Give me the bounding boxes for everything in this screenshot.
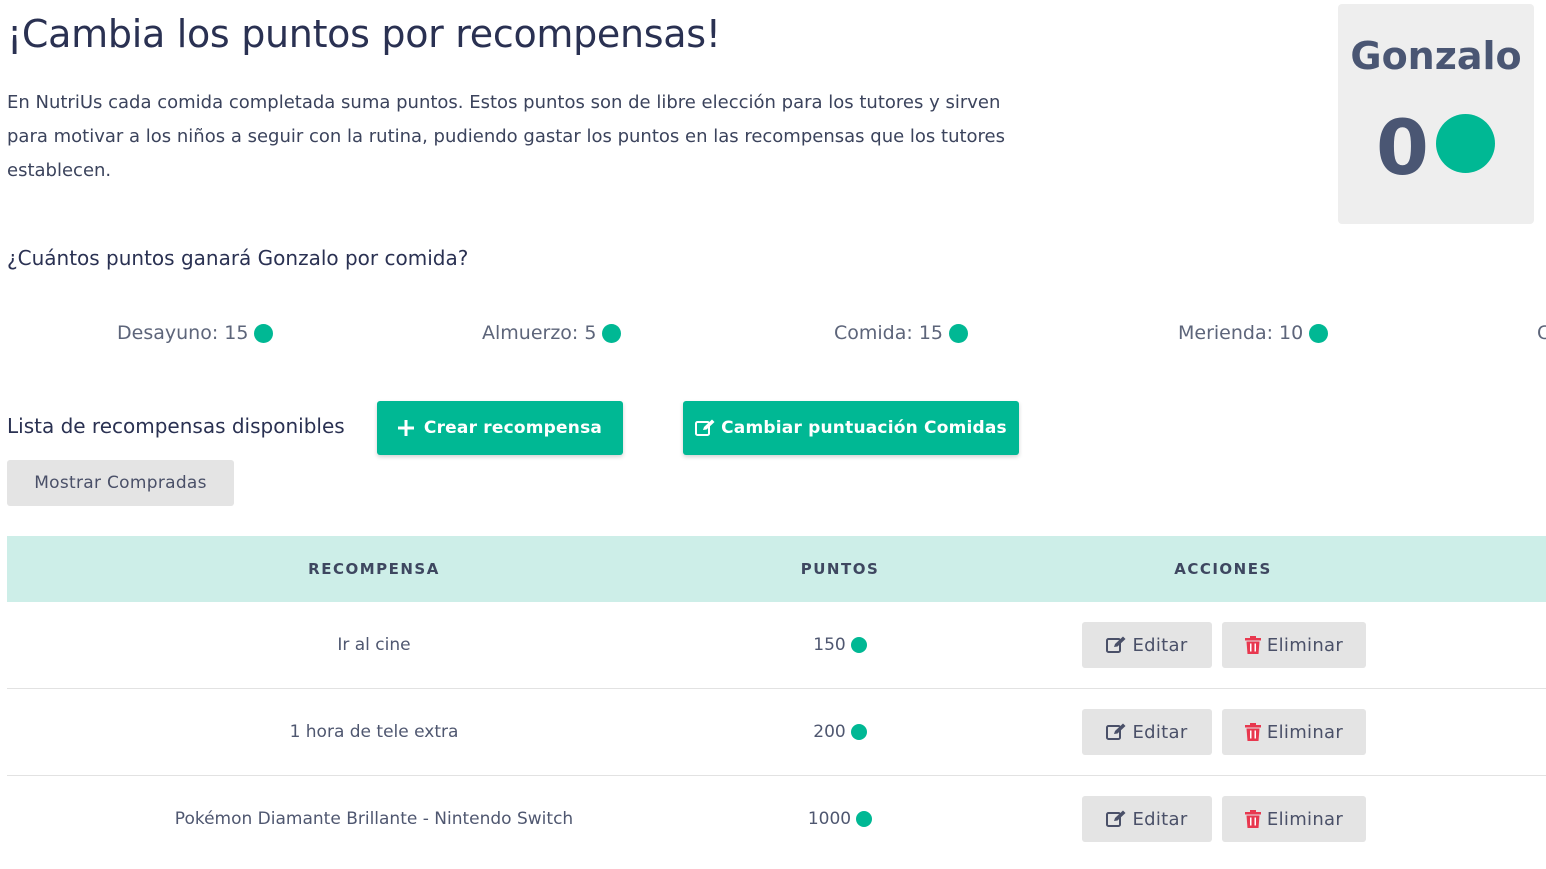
edit-label: Editar — [1132, 721, 1188, 743]
coin-icon — [949, 323, 968, 343]
trash-icon — [1244, 810, 1261, 828]
delete-button[interactable]: Eliminar — [1222, 622, 1366, 668]
create-reward-label: Crear recompensa — [423, 418, 603, 438]
coin-icon — [1309, 323, 1329, 343]
table-row: Pokémon Diamante Brillante - Nintendo Sw… — [7, 776, 1546, 862]
column-header-points: PUNTOS — [800, 560, 880, 578]
reward-name: 1 hora de tele extra — [289, 722, 459, 742]
user-points-card: Gonzalo 0 — [1338, 4, 1534, 224]
edit-icon — [1106, 723, 1126, 741]
edit-button[interactable]: Editar — [1082, 622, 1212, 668]
reward-points-value: 150 — [813, 635, 846, 655]
table-header: RECOMPENSA PUNTOS ACCIONES — [7, 536, 1546, 602]
change-meal-points-button[interactable]: Cambiar puntuación Comidas — [683, 401, 1019, 455]
table-row: Ir al cine 150 Editar Eliminar — [7, 602, 1546, 689]
row-actions: Editar Eliminar — [1082, 709, 1366, 755]
coin-icon — [1436, 114, 1495, 173]
reward-points-value: 200 — [813, 722, 846, 742]
reward-points: 200 — [741, 722, 939, 742]
column-header-actions: ACCIONES — [1174, 560, 1272, 578]
reward-name: Pokémon Diamante Brillante - Nintendo Sw… — [174, 809, 574, 829]
rewards-list-label: Lista de recompensas disponibles — [7, 414, 345, 438]
edit-icon — [695, 419, 715, 437]
meal-label: Desayuno: 15 — [117, 322, 249, 344]
reward-points: 150 — [741, 635, 939, 655]
meal-points-cena-clipped: C — [1537, 322, 1546, 344]
user-points-value: 0 — [1376, 103, 1429, 192]
delete-label: Eliminar — [1266, 634, 1344, 656]
column-header-reward: RECOMPENSA — [308, 560, 440, 578]
meal-points-merienda: Merienda: 10 — [1178, 322, 1329, 344]
edit-label: Editar — [1132, 808, 1188, 830]
coin-icon — [856, 811, 873, 827]
reward-name: Ir al cine — [337, 635, 411, 655]
row-actions: Editar Eliminar — [1082, 796, 1366, 842]
coin-icon — [254, 323, 274, 343]
edit-button[interactable]: Editar — [1082, 709, 1212, 755]
edit-icon — [1106, 636, 1126, 654]
reward-points: 1000 — [741, 809, 939, 829]
coin-icon — [850, 637, 867, 653]
trash-icon — [1244, 723, 1261, 741]
edit-label: Editar — [1132, 634, 1188, 656]
rewards-page: ¡Cambia los puntos por recompensas! En N… — [0, 0, 1546, 869]
plus-icon — [397, 420, 414, 436]
coin-icon — [850, 724, 867, 740]
meal-label: Merienda: 10 — [1178, 322, 1304, 344]
delete-label: Eliminar — [1266, 721, 1344, 743]
create-reward-button[interactable]: Crear recompensa — [377, 401, 623, 455]
reward-points-value: 1000 — [807, 809, 852, 829]
coin-icon — [602, 323, 622, 343]
meal-points-almuerzo: Almuerzo: 5 — [482, 322, 622, 344]
edit-button[interactable]: Editar — [1082, 796, 1212, 842]
row-actions: Editar Eliminar — [1082, 622, 1366, 668]
delete-label: Eliminar — [1266, 808, 1344, 830]
meal-label: Almuerzo: 5 — [482, 322, 597, 344]
edit-icon — [1106, 810, 1126, 828]
delete-button[interactable]: Eliminar — [1222, 709, 1366, 755]
meal-label: C — [1537, 322, 1546, 344]
trash-icon — [1244, 636, 1261, 654]
delete-button[interactable]: Eliminar — [1222, 796, 1366, 842]
meal-label: Comida: 15 — [834, 322, 943, 344]
rewards-table: RECOMPENSA PUNTOS ACCIONES Ir al cine 15… — [7, 536, 1546, 862]
change-meal-points-label: Cambiar puntuación Comidas — [721, 418, 1007, 438]
page-title: ¡Cambia los puntos por recompensas! — [7, 12, 721, 56]
meal-points-desayuno: Desayuno: 15 — [117, 322, 274, 344]
show-bought-button[interactable]: Mostrar Compradas — [7, 460, 234, 506]
meal-points-comida: Comida: 15 — [834, 322, 968, 344]
user-name: Gonzalo — [1350, 34, 1522, 78]
table-row: 1 hora de tele extra 200 Editar Eliminar — [7, 689, 1546, 776]
points-per-meal-question: ¿Cuántos puntos ganará Gonzalo por comid… — [7, 246, 469, 270]
intro-text: En NutriUs cada comida completada suma p… — [7, 92, 1005, 181]
